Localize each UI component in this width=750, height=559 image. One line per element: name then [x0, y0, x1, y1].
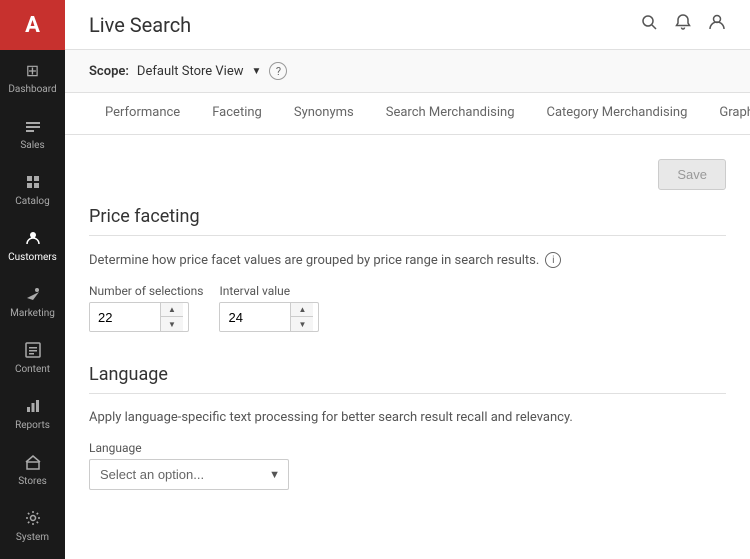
header: Live Search — [65, 0, 750, 50]
save-area: Save — [89, 159, 726, 190]
header-icons — [640, 13, 726, 36]
sidebar-item-label: System — [16, 532, 49, 544]
price-faceting-desc: Determine how price facet values are gro… — [89, 252, 726, 268]
select-arrow-icon: ▼ — [261, 468, 288, 481]
number-of-selections-label: Number of selections — [89, 284, 203, 298]
price-faceting-info-icon[interactable]: i — [545, 252, 561, 268]
language-label: Language — [89, 441, 726, 455]
price-faceting-title: Price faceting — [89, 206, 726, 227]
tab-faceting[interactable]: Faceting — [196, 93, 278, 134]
sidebar-item-system[interactable]: System — [0, 498, 65, 554]
page-title: Live Search — [89, 13, 191, 37]
sidebar-item-label: Content — [15, 364, 50, 376]
sidebar-logo[interactable]: A — [0, 0, 65, 50]
scope-bar: Scope: Default Store View ▼ ? — [65, 50, 750, 93]
number-of-selections-spinners: ▲ ▼ — [160, 303, 183, 331]
scope-value: Default Store View — [137, 64, 244, 79]
language-field: Language Select an option... ▼ — [89, 441, 726, 490]
save-button[interactable]: Save — [658, 159, 726, 190]
stores-icon — [23, 452, 43, 472]
logo-letter: A — [25, 13, 40, 38]
price-faceting-section: Price faceting Determine how price facet… — [89, 206, 726, 332]
user-icon[interactable] — [708, 13, 726, 36]
sidebar-item-label: Marketing — [10, 308, 55, 320]
sidebar-item-stores[interactable]: Stores — [0, 442, 65, 498]
number-of-selections-down[interactable]: ▼ — [161, 317, 183, 331]
tab-synonyms[interactable]: Synonyms — [278, 93, 370, 134]
sidebar-item-dashboard[interactable]: ⊞ Dashboard — [0, 50, 65, 106]
reports-icon — [23, 396, 43, 416]
customers-icon — [23, 228, 43, 248]
search-icon[interactable] — [640, 13, 658, 36]
price-faceting-fields: Number of selections ▲ ▼ Interval value — [89, 284, 726, 332]
sidebar-item-reports[interactable]: Reports — [0, 386, 65, 442]
interval-value-down[interactable]: ▼ — [291, 317, 313, 331]
main-content: Live Search Scope: Default Store View ▼ … — [65, 0, 750, 559]
settings-content: Save Price faceting Determine how price … — [65, 135, 750, 559]
sidebar: A ⊞ Dashboard Sales Catalog Customers Ma… — [0, 0, 65, 559]
sidebar-item-catalog[interactable]: Catalog — [0, 162, 65, 218]
scope-label: Scope: — [89, 64, 129, 79]
interval-value-up[interactable]: ▲ — [291, 303, 313, 317]
sidebar-item-marketing[interactable]: Marketing — [0, 274, 65, 330]
language-section: Language Apply language-specific text pr… — [89, 364, 726, 490]
scope-help-icon[interactable]: ? — [269, 62, 287, 80]
tab-category-merchandising[interactable]: Category Merchandising — [531, 93, 704, 134]
marketing-icon — [23, 284, 43, 304]
bell-icon[interactable] — [674, 13, 692, 36]
number-of-selections-up[interactable]: ▲ — [161, 303, 183, 317]
section-divider — [89, 235, 726, 236]
sidebar-item-label: Sales — [20, 140, 44, 152]
sidebar-item-label: Customers — [8, 252, 57, 264]
sidebar-item-find-partners[interactable]: Find Partners & Extensions — [0, 554, 65, 559]
tab-graphql[interactable]: GraphQL — [703, 93, 750, 134]
sidebar-item-content[interactable]: Content — [0, 330, 65, 386]
language-title: Language — [89, 364, 726, 385]
scope-dropdown-icon: ▼ — [252, 66, 262, 77]
language-desc: Apply language-specific text processing … — [89, 410, 726, 425]
language-select[interactable]: Select an option... — [90, 460, 261, 489]
sidebar-item-label: Stores — [18, 476, 47, 488]
scope-select[interactable]: Default Store View ▼ — [137, 64, 262, 79]
tab-performance[interactable]: Performance — [89, 93, 196, 134]
interval-value-spinners: ▲ ▼ — [290, 303, 313, 331]
tabs: Performance Faceting Synonyms Search Mer… — [65, 93, 750, 135]
sidebar-item-label: Catalog — [15, 196, 49, 208]
interval-value-field: Interval value ▲ ▼ — [219, 284, 319, 332]
tab-search-merchandising[interactable]: Search Merchandising — [370, 93, 531, 134]
interval-value-input-wrap: ▲ ▼ — [219, 302, 319, 332]
sales-icon — [23, 116, 43, 136]
language-select-wrap: Select an option... ▼ — [89, 459, 289, 490]
sidebar-item-sales[interactable]: Sales — [0, 106, 65, 162]
language-divider — [89, 393, 726, 394]
sidebar-item-label: Dashboard — [8, 84, 56, 96]
sidebar-item-customers[interactable]: Customers — [0, 218, 65, 274]
dashboard-icon: ⊞ — [23, 60, 43, 80]
catalog-icon — [23, 172, 43, 192]
sidebar-item-label: Reports — [15, 420, 50, 432]
number-of-selections-input[interactable] — [90, 303, 160, 331]
number-of-selections-input-wrap: ▲ ▼ — [89, 302, 189, 332]
system-icon — [23, 508, 43, 528]
number-of-selections-field: Number of selections ▲ ▼ — [89, 284, 203, 332]
interval-value-label: Interval value — [219, 284, 319, 298]
interval-value-input[interactable] — [220, 303, 290, 331]
content-icon — [23, 340, 43, 360]
